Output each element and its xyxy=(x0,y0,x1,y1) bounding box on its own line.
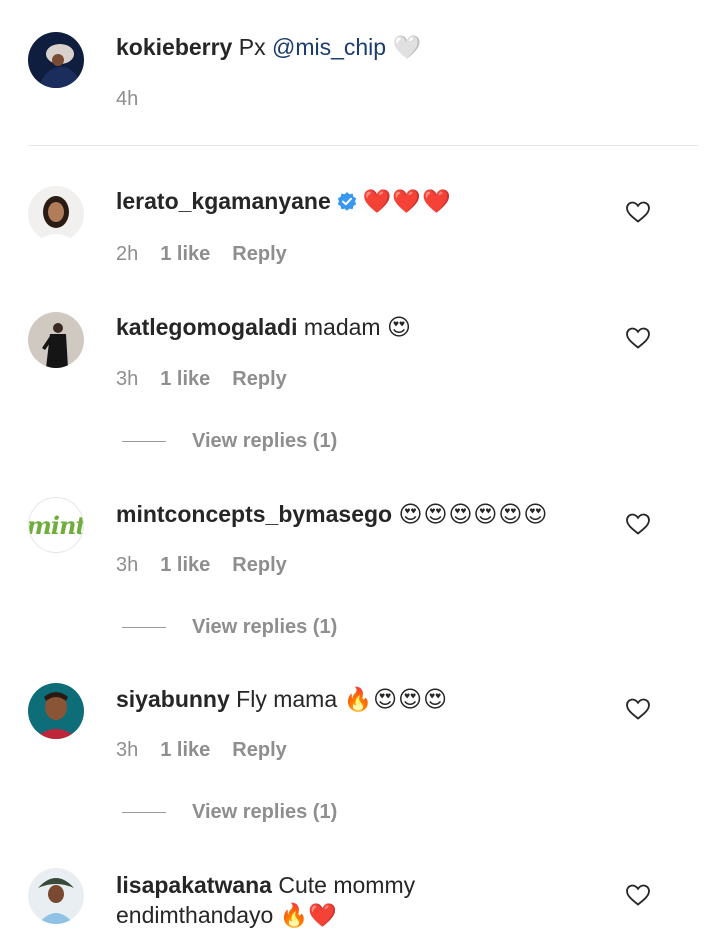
like-count[interactable]: 1 like xyxy=(160,243,210,266)
comment-meta: 3h 1 like Reply xyxy=(116,554,287,577)
comment-body: kokieberry Px @mis_chip 🤍 xyxy=(116,32,626,62)
username[interactable]: kokieberry xyxy=(116,34,232,60)
emoji: 😍 xyxy=(386,314,411,340)
heart-outline-icon[interactable] xyxy=(625,697,651,721)
view-replies-label[interactable]: View replies (1) xyxy=(192,801,337,824)
reply-button[interactable]: Reply xyxy=(232,243,286,266)
replies-divider-line xyxy=(122,627,166,628)
mention-link[interactable]: @mis_chip xyxy=(272,34,386,60)
like-count[interactable]: 1 like xyxy=(160,368,210,391)
emoji: 🔥😍😍😍 xyxy=(343,686,449,712)
timestamp: 2h xyxy=(116,243,139,265)
emoji: 😍😍😍😍😍😍 xyxy=(398,501,549,527)
view-replies-button[interactable]: View replies (1) xyxy=(122,430,337,453)
timestamp: 4h xyxy=(116,88,139,110)
heart-outline-icon[interactable] xyxy=(625,512,651,536)
comment-body: lisapakatwana Cute mommy endimthandayo 🔥… xyxy=(116,870,476,930)
timestamp: 3h xyxy=(116,368,139,390)
view-replies-button[interactable]: View replies (1) xyxy=(122,616,337,639)
username[interactable]: siyabunny xyxy=(116,686,230,712)
avatar[interactable] xyxy=(28,186,84,242)
comment-meta: 3h 1 like Reply xyxy=(116,739,287,762)
comment-meta: 2h 1 like Reply xyxy=(116,243,287,266)
heart-outline-icon[interactable] xyxy=(625,883,651,907)
emoji: 🤍 xyxy=(392,34,422,60)
comment-body: lerato_kgamanyane ❤️❤️❤️ xyxy=(116,186,626,219)
like-count[interactable]: 1 like xyxy=(160,739,210,762)
avatar[interactable] xyxy=(28,312,84,368)
verified-badge-icon xyxy=(337,189,357,219)
comment-meta: 4h xyxy=(116,88,138,111)
heart-outline-icon[interactable] xyxy=(625,326,651,350)
comment-body: katlegomogaladi madam 😍 xyxy=(116,312,626,342)
username[interactable]: lisapakatwana xyxy=(116,872,272,898)
heart-outline-icon[interactable] xyxy=(625,200,651,224)
comment-text: Fly mama xyxy=(236,686,338,712)
view-replies-button[interactable]: View replies (1) xyxy=(122,801,337,824)
avatar[interactable] xyxy=(28,868,84,924)
view-replies-label[interactable]: View replies (1) xyxy=(192,616,337,639)
timestamp: 3h xyxy=(116,554,139,576)
view-replies-label[interactable]: View replies (1) xyxy=(192,430,337,453)
replies-divider-line xyxy=(122,441,166,442)
username[interactable]: mintconcepts_bymasego xyxy=(116,501,392,527)
emoji: ❤️❤️❤️ xyxy=(362,188,452,214)
comment-text: madam xyxy=(303,314,381,340)
replies-divider-line xyxy=(122,812,166,813)
emoji: 🔥❤️ xyxy=(279,902,337,928)
comment-text: Px xyxy=(238,34,272,60)
reply-button[interactable]: Reply xyxy=(232,739,286,762)
avatar[interactable] xyxy=(28,683,84,739)
comment-body: siyabunny Fly mama 🔥😍😍😍 xyxy=(116,684,626,714)
avatar[interactable]: mint xyxy=(28,497,84,553)
like-count[interactable]: 1 like xyxy=(160,554,210,577)
mint-logo: mint xyxy=(28,510,84,540)
username[interactable]: lerato_kgamanyane xyxy=(116,188,331,214)
timestamp: 3h xyxy=(116,739,139,761)
username[interactable]: katlegomogaladi xyxy=(116,314,297,340)
avatar[interactable] xyxy=(28,32,84,88)
reply-button[interactable]: Reply xyxy=(232,554,286,577)
reply-button[interactable]: Reply xyxy=(232,368,286,391)
comment-body: mintconcepts_bymasego 😍😍😍😍😍😍 xyxy=(116,499,626,529)
divider xyxy=(28,145,698,146)
comment-meta: 3h 1 like Reply xyxy=(116,368,287,391)
